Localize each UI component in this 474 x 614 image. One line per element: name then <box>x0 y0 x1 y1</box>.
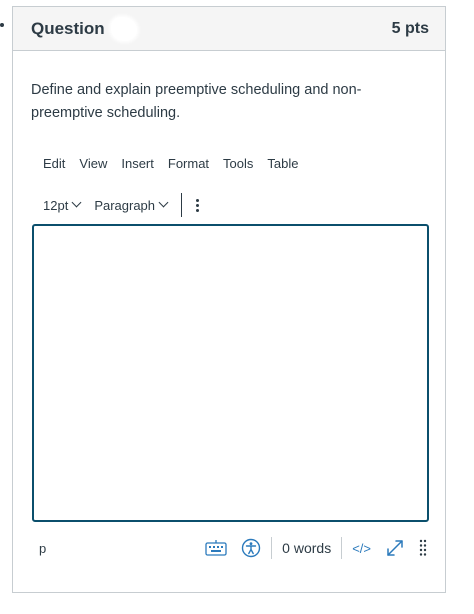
statusbar-divider <box>271 537 273 559</box>
menu-view[interactable]: View <box>79 156 115 171</box>
editor-toolbar: 12pt Paragraph <box>43 191 200 219</box>
statusbar-right: 0 words </> <box>205 537 429 559</box>
font-size-select[interactable]: 12pt <box>43 197 82 213</box>
menu-table[interactable]: Table <box>267 156 306 171</box>
question-title-wrap: Question <box>31 16 137 41</box>
editor-menubar: Edit View Insert Format Tools Table <box>43 156 312 171</box>
kebab-icon[interactable] <box>196 198 200 212</box>
menu-format[interactable]: Format <box>168 156 217 171</box>
question-text: Define and explain preemptive scheduling… <box>31 82 362 121</box>
menu-tools[interactable]: Tools <box>223 156 261 171</box>
left-marker <box>0 23 4 27</box>
menu-insert[interactable]: Insert <box>121 156 162 171</box>
question-title: Question <box>31 18 105 38</box>
font-size-value: 12pt <box>43 197 69 213</box>
chevron-down-icon <box>71 197 82 207</box>
block-format-value: Paragraph <box>94 197 156 213</box>
accessibility-icon[interactable] <box>241 538 261 558</box>
toolbar-divider <box>181 193 183 217</box>
keyboard-icon[interactable] <box>205 540 227 556</box>
question-card: Question 5 pts Define and explain preemp… <box>12 6 446 593</box>
block-format-select[interactable]: Paragraph <box>94 197 169 213</box>
resize-handle-icon[interactable] <box>419 539 427 557</box>
answer-editor-area[interactable] <box>32 224 429 522</box>
element-path[interactable]: p <box>39 541 169 556</box>
word-count[interactable]: 0 words <box>282 540 331 556</box>
editor-statusbar: p 0 words </> <box>32 534 429 562</box>
question-points: 5 pts <box>391 19 429 37</box>
question-header: Question 5 pts <box>13 7 445 51</box>
html-editor-toggle[interactable]: </> <box>352 541 371 556</box>
menu-edit[interactable]: Edit <box>43 156 73 171</box>
fullscreen-icon[interactable] <box>385 538 405 558</box>
redaction-mark <box>110 16 137 41</box>
chevron-down-icon <box>158 197 169 207</box>
statusbar-divider <box>341 537 343 559</box>
